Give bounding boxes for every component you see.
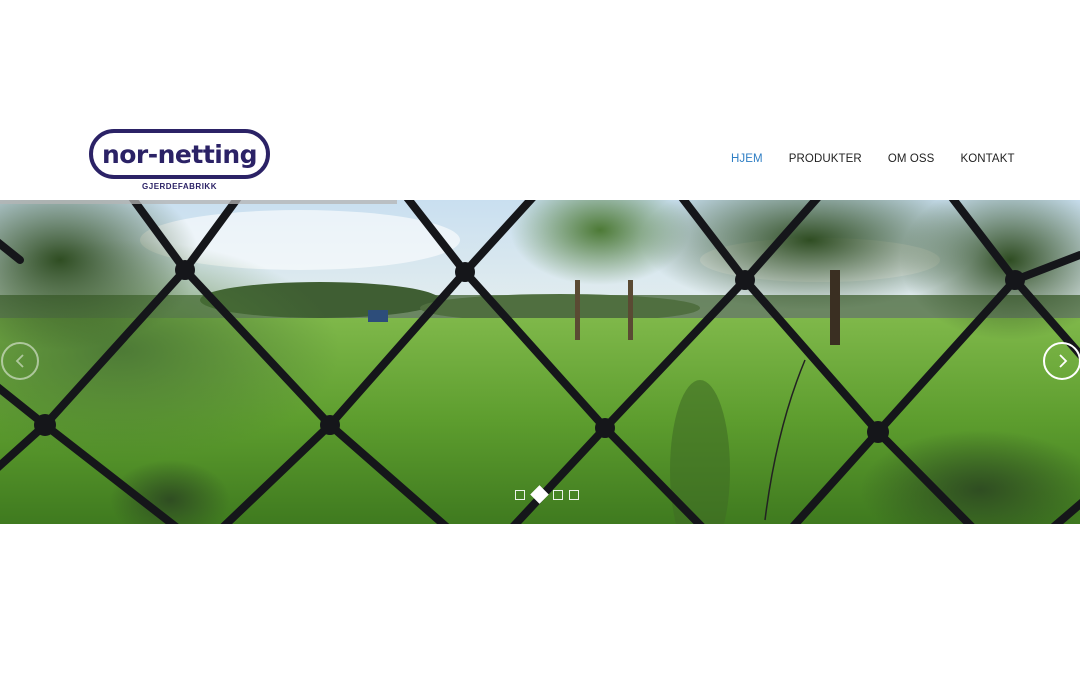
chevron-left-icon [15,354,24,368]
nav-item-produkter[interactable]: PRODUKTER [789,153,862,165]
nav-item-hjem[interactable]: HJEM [731,153,763,165]
slider-progress-bar [0,200,397,204]
main-nav: HJEM PRODUKTER OM OSS KONTAKT [718,153,1028,165]
slider-dot-2[interactable] [530,485,549,504]
site-logo[interactable]: nor-netting GJERDEFABRIKK [89,129,271,193]
slider-dot-1[interactable] [515,489,525,500]
nav-item-om-oss[interactable]: OM OSS [888,153,935,165]
slide-image [0,200,1080,524]
nav-item-kontakt[interactable]: KONTAKT [960,153,1014,165]
logo-subtitle: GJERDEFABRIKK [142,182,217,191]
slider-pagination [515,485,585,504]
slider-prev-button[interactable] [1,342,39,380]
slider-dot-4[interactable] [569,489,579,500]
logo-badge: nor-netting [89,129,270,179]
slider-next-button[interactable] [1043,342,1080,380]
hero-slider[interactable] [0,200,1080,524]
slider-dot-3[interactable] [553,489,563,500]
logo-text: nor-netting [101,139,258,169]
chevron-right-icon [1059,354,1068,368]
